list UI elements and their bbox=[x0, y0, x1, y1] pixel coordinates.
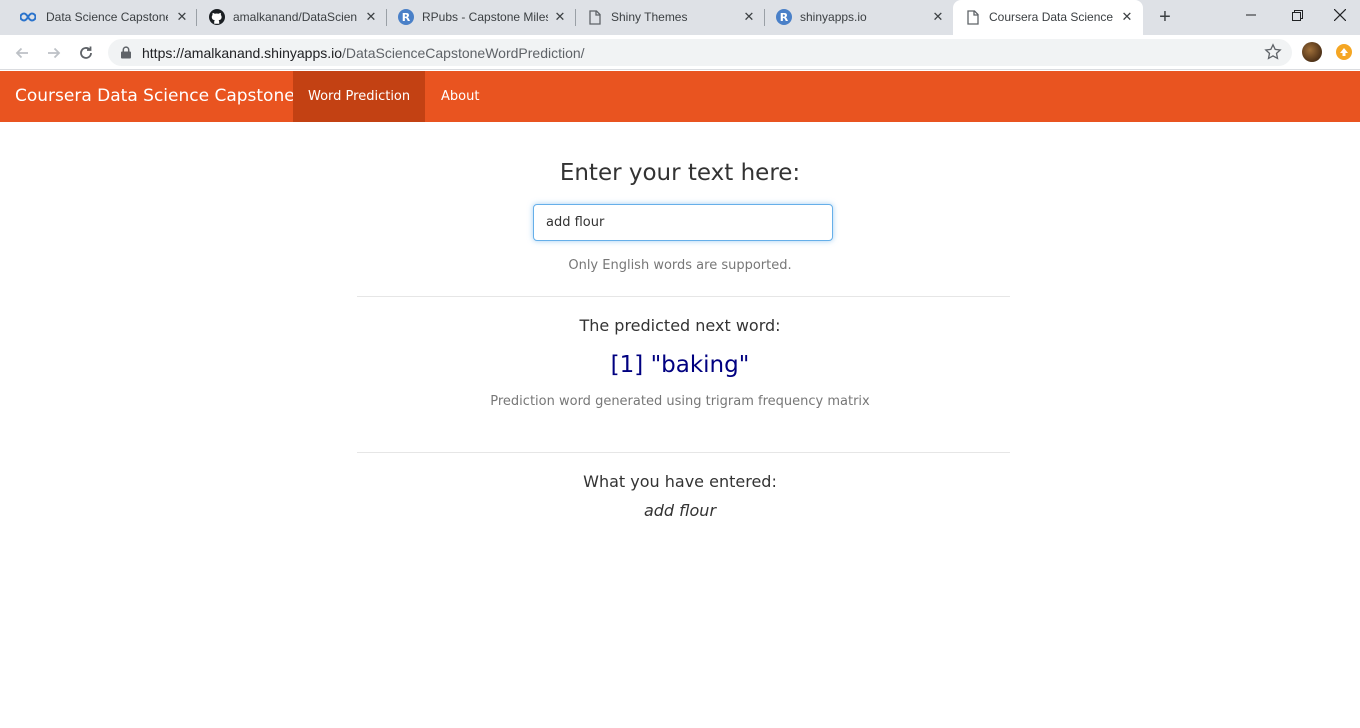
input-help-text: Only English words are supported. bbox=[568, 258, 792, 273]
browser-tab[interactable]: Data Science Capstone ✕ bbox=[8, 0, 196, 35]
close-icon[interactable]: ✕ bbox=[930, 9, 946, 25]
svg-text:R: R bbox=[402, 11, 411, 24]
url-text: https://amalkanand.shinyapps.io/DataScie… bbox=[142, 45, 585, 61]
tab-title: shinyapps.io bbox=[800, 10, 867, 24]
tab-title: Coursera Data Science C bbox=[989, 10, 1115, 24]
restore-icon[interactable] bbox=[1274, 0, 1320, 30]
minimize-icon[interactable] bbox=[1228, 0, 1274, 30]
browser-tab[interactable]: Shiny Themes ✕ bbox=[575, 0, 763, 35]
tab-title: Shiny Themes bbox=[611, 10, 688, 24]
svg-text:R: R bbox=[780, 11, 789, 24]
rstudio-r-icon: R bbox=[398, 9, 414, 25]
predicted-word: [1] "baking" bbox=[610, 352, 750, 378]
url-path: /DataScienceCapstoneWordPrediction/ bbox=[342, 45, 585, 61]
close-icon[interactable]: ✕ bbox=[363, 9, 379, 25]
close-icon[interactable]: ✕ bbox=[174, 9, 190, 25]
forward-arrow-icon[interactable] bbox=[42, 41, 66, 65]
tab-title: RPubs - Capstone Miles bbox=[422, 10, 548, 24]
close-icon[interactable]: ✕ bbox=[1119, 9, 1135, 25]
divider bbox=[357, 296, 1010, 297]
tab-title: Data Science Capstone bbox=[46, 10, 168, 24]
url-host: https://amalkanand.shinyapps.io bbox=[142, 45, 343, 61]
input-heading: Enter your text here: bbox=[559, 160, 801, 186]
browser-tab[interactable]: R RPubs - Capstone Miles ✕ bbox=[386, 0, 574, 35]
predicted-heading: The predicted next word: bbox=[579, 316, 781, 335]
entered-heading: What you have entered: bbox=[583, 472, 777, 491]
app-navbar: Coursera Data Science Capstone Word Pred… bbox=[0, 71, 1360, 122]
divider bbox=[357, 452, 1010, 453]
browser-tab[interactable]: R shinyapps.io ✕ bbox=[764, 0, 952, 35]
new-tab-plus-icon[interactable]: + bbox=[1154, 7, 1176, 29]
extension-icon[interactable] bbox=[1336, 44, 1352, 60]
prediction-note: Prediction word generated using trigram … bbox=[490, 394, 870, 409]
browser-toolbar: https://amalkanand.shinyapps.io/DataScie… bbox=[0, 35, 1360, 70]
rstudio-r-icon: R bbox=[776, 9, 792, 25]
page-icon bbox=[587, 9, 603, 25]
browser-tab[interactable]: amalkanand/DataScien ✕ bbox=[197, 0, 385, 35]
page-icon bbox=[965, 9, 981, 25]
reload-icon[interactable] bbox=[74, 41, 98, 65]
back-arrow-icon[interactable] bbox=[10, 41, 34, 65]
bookmark-star-icon[interactable] bbox=[1264, 43, 1282, 61]
tab-title: amalkanand/DataScien bbox=[233, 10, 357, 24]
coursera-infinity-icon bbox=[20, 9, 36, 25]
close-icon[interactable]: ✕ bbox=[552, 9, 568, 25]
close-icon[interactable]: ✕ bbox=[741, 9, 757, 25]
browser-tab-strip: Data Science Capstone ✕ amalkanand/DataS… bbox=[0, 0, 1360, 35]
window-close-icon[interactable] bbox=[1320, 0, 1360, 30]
main-content: Enter your text here: Only English words… bbox=[0, 122, 1360, 728]
entered-text: add flour bbox=[643, 501, 717, 520]
tab-word-prediction[interactable]: Word Prediction bbox=[293, 71, 426, 122]
profile-avatar[interactable] bbox=[1302, 42, 1322, 62]
github-icon bbox=[209, 9, 225, 25]
navbar-brand[interactable]: Coursera Data Science Capstone bbox=[15, 86, 295, 106]
address-bar[interactable]: https://amalkanand.shinyapps.io/DataScie… bbox=[108, 39, 1292, 66]
lock-icon bbox=[121, 46, 131, 59]
text-input[interactable] bbox=[533, 204, 833, 241]
browser-tab-active[interactable]: Coursera Data Science C ✕ bbox=[953, 0, 1143, 35]
tab-about[interactable]: About bbox=[426, 71, 494, 122]
